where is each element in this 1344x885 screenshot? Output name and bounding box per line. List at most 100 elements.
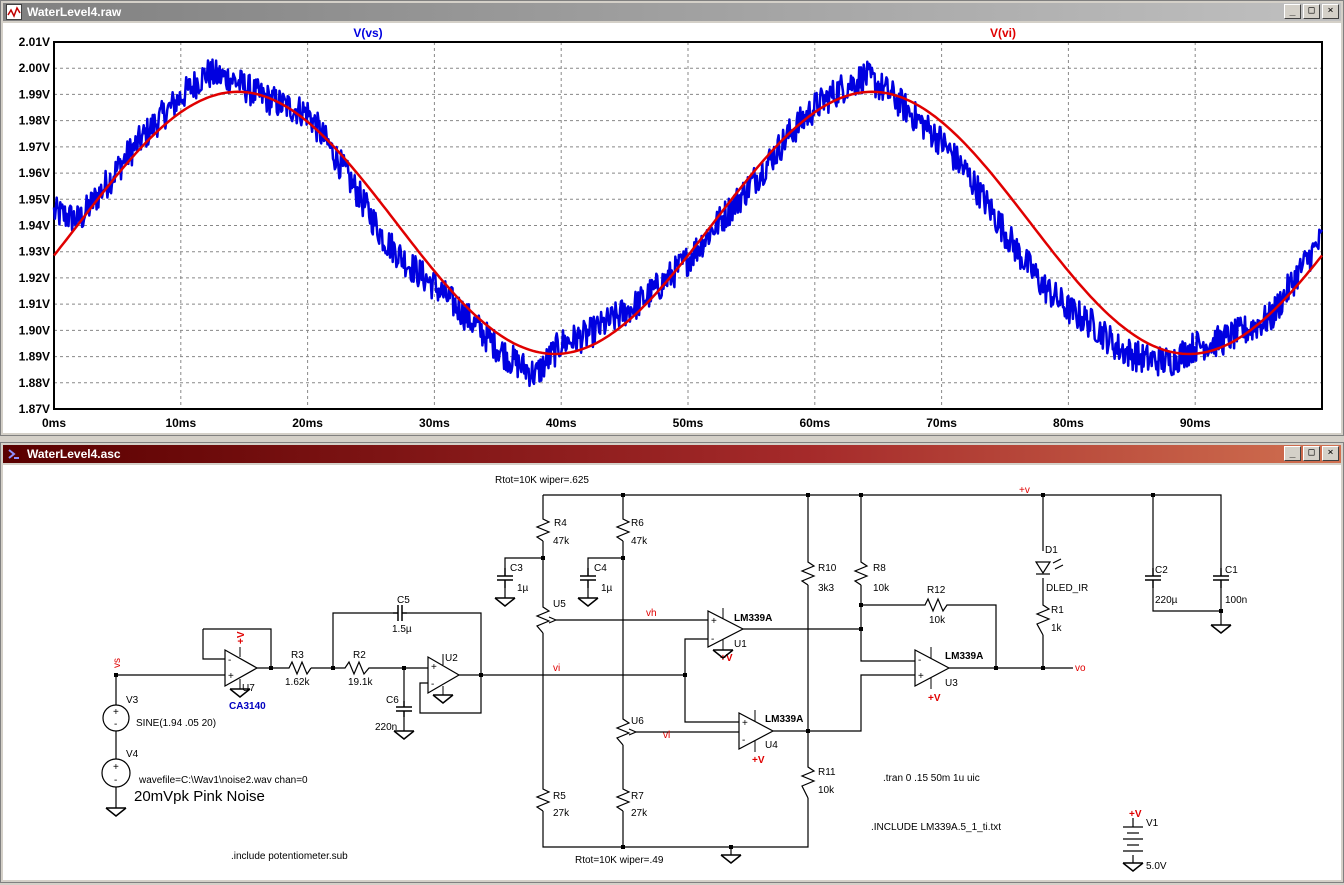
schematic-drawing[interactable]: -+ +- +- +- -+ +V +V +V +V +V +- +- vs v… [3,465,1343,880]
schematic-canvas[interactable]: - + + - + - + - - + +V +V +V +V +V + - +… [3,465,1341,880]
y-tick-label: 1.94V [19,219,50,233]
val-c5: 1.5µ [392,624,412,635]
ref-c3: C3 [510,563,523,574]
y-tick-label: 1.98V [19,114,50,128]
maximize-button[interactable]: □ [1303,446,1320,461]
ref-d1: D1 [1045,545,1058,556]
val-c4: 1µ [601,583,613,594]
maximize-button[interactable]: □ [1303,4,1320,19]
x-tick-label: 80ms [1053,416,1084,430]
ref-u6: U6 [631,716,644,727]
val-r7: 27k [631,808,648,819]
svg-text:+: + [113,707,119,718]
svg-text:-: - [114,719,117,730]
rtot-top-label: Rtot=10K wiper=.625 [495,475,589,486]
minimize-button[interactable]: _ [1284,446,1301,461]
close-button[interactable]: × [1322,446,1339,461]
y-tick-label: 1.90V [19,323,50,337]
x-tick-label: 10ms [165,416,196,430]
y-tick-label: 2.00V [19,61,50,75]
y-tick-label: 1.91V [19,297,50,311]
trace-label-vvi[interactable]: V(vi) [990,26,1016,40]
ref-c6: C6 [386,695,399,706]
waveform-plot-area[interactable]: V(vs) V(vi) 2.01V 2.00V 1.99V 1.98V 1.97V 1.9… [3,23,1341,433]
ref-r8: R8 [873,563,886,574]
svg-text:-: - [431,679,434,690]
net-label-vi: vi [553,663,560,674]
val-c1: 100n [1225,595,1247,606]
y-tick-label: 1.92V [19,271,50,285]
y-tick-label: 1.89V [19,350,50,364]
y-tick-label: 1.88V [19,376,50,390]
val-r11: 10k [818,785,835,796]
pink-noise-label: 20mVpk Pink Noise [134,788,265,805]
ref-c1: C1 [1225,565,1238,576]
val-r10: 3k3 [818,583,835,594]
val-r6: 47k [631,536,648,547]
svg-text:+: + [431,662,437,673]
svg-text:+: + [742,718,748,729]
ref-r6: R6 [631,518,644,529]
led-d1 [1034,558,1064,575]
net-label-vplus: +v [1019,485,1030,496]
waveform-chart[interactable]: V(vs) V(vi) 2.01V 2.00V 1.99V 1.98V 1.97V 1.9… [3,23,1343,433]
ref-r10: R10 [818,563,837,574]
val-c6: 220n [375,722,397,733]
ref-c2: C2 [1155,565,1168,576]
schematic-titlebar[interactable]: WaterLevel4.asc _ □ × [3,445,1341,463]
val-r12: 10k [929,615,946,626]
ref-r12: R12 [927,585,946,596]
ref-v1: V1 [1146,818,1159,829]
svg-text:-: - [918,655,921,666]
svg-text:+: + [113,762,119,773]
val-u4: LM339A [765,714,803,725]
ref-v4: V4 [126,749,139,760]
ref-r5: R5 [553,791,566,802]
svg-text:+V: +V [752,755,765,766]
y-tick-label: 1.99V [19,87,50,101]
val-r3: 1.62k [285,677,310,688]
waveform-app-icon [6,4,22,20]
supply-pin-labels: +V +V +V +V +V [236,631,1142,820]
y-tick-label: 1.95V [19,192,50,206]
val-c3: 1µ [517,583,529,594]
ref-r2: R2 [353,650,366,661]
x-tick-label: 20ms [292,416,323,430]
ref-r11: R11 [818,767,836,778]
net-label-vs: vs [112,658,123,668]
ref-u3: U3 [945,678,958,689]
x-tick-label: 30ms [419,416,450,430]
svg-text:+: + [918,671,924,682]
svg-text:-: - [711,634,714,645]
net-label-vh: vh [646,608,657,619]
component-values: 47k 47k 1µ 1µ 27k 27k 3k3 10k 10k 10k DL… [136,536,1247,872]
wavefile-label: wavefile=C:\Wav1\noise2.wav chan=0 [138,775,308,786]
include-pot-directive: .include potentiometer.sub [231,851,348,862]
val-v3: SINE(1.94 .05 20) [136,718,216,729]
val-u1: LM339A [734,613,772,624]
val-r2: 19.1k [348,677,373,688]
net-label-vo: vo [1075,663,1086,674]
trace-label-vvs[interactable]: V(vs) [353,26,382,40]
waveform-titlebar[interactable]: WaterLevel4.raw _ □ × [3,3,1341,21]
val-r5: 27k [553,808,570,819]
x-tick-label: 60ms [799,416,830,430]
val-r1: 1k [1051,623,1063,634]
tran-directive: .tran 0 .15 50m 1u uic [883,773,980,784]
waveform-window[interactable]: WaterLevel4.raw _ □ × V(vs) V(vi) 2.01V 2.0… [0,0,1344,436]
minimize-button[interactable]: _ [1284,4,1301,19]
val-d1: DLED_IR [1046,583,1088,594]
ref-c5: C5 [397,595,410,606]
val-r8: 10k [873,583,890,594]
close-button[interactable]: × [1322,4,1339,19]
ref-r3: R3 [291,650,304,661]
ref-u5: U5 [553,599,566,610]
ref-u7: U7 [242,683,255,694]
ref-u4: U4 [765,740,778,751]
y-tick-label: 1.97V [19,140,50,154]
ref-u2: U2 [445,653,458,664]
y-tick-label: 1.87V [19,402,50,416]
val-r4: 47k [553,536,570,547]
svg-text:+: + [228,671,234,682]
schematic-window[interactable]: WaterLevel4.asc _ □ × - + + - + - + - - … [0,442,1344,883]
